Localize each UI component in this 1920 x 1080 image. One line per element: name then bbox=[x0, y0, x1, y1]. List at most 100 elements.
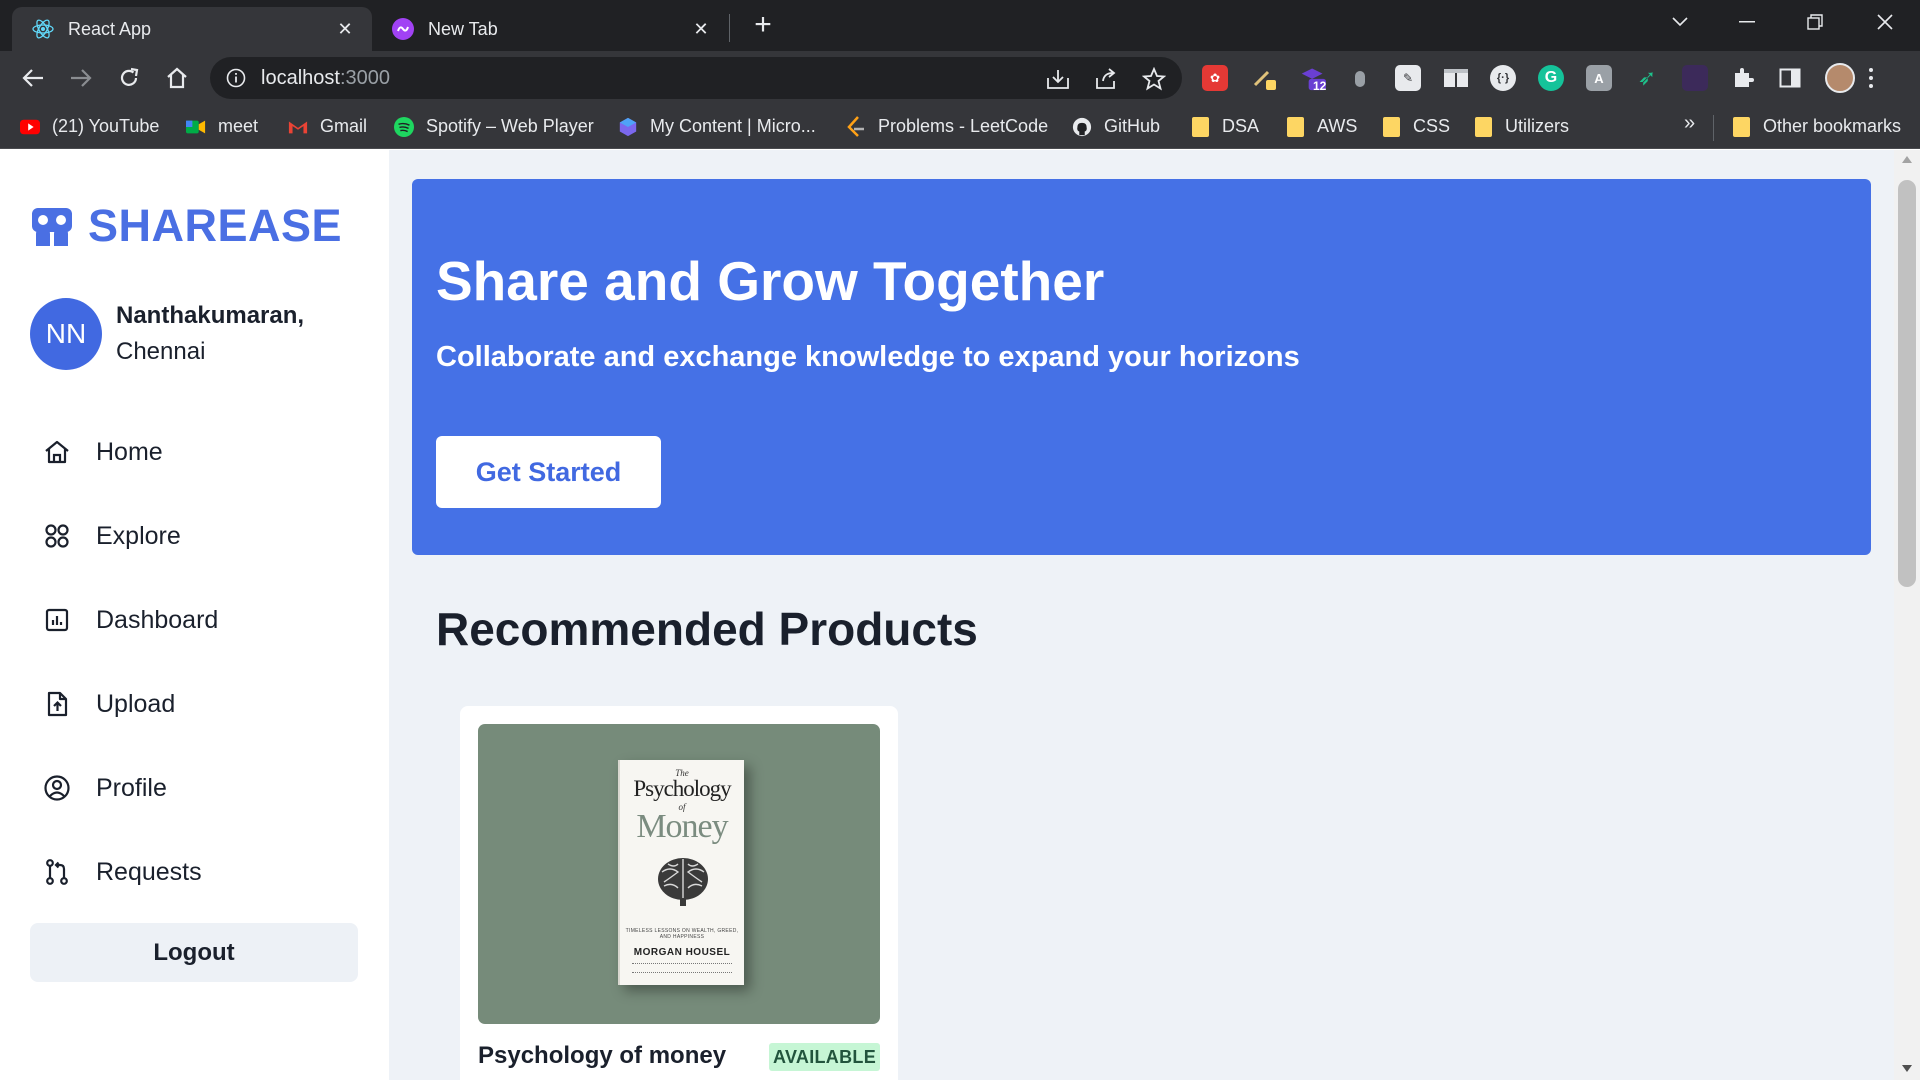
bookmark-label: GitHub bbox=[1104, 116, 1161, 136]
browser-toolbar: localhost:3000 ✿ 12 ✎ {·} G A ➶ bbox=[0, 51, 1920, 105]
scroll-down-arrow-icon[interactable] bbox=[1902, 1065, 1912, 1072]
extension-bird-icon[interactable]: ➶ bbox=[1634, 65, 1660, 91]
product-image[interactable]: The Psychology of Money TIMELESS LESSONS… bbox=[478, 724, 880, 1024]
sidebar-item-explore[interactable]: Explore bbox=[40, 494, 218, 578]
logout-button[interactable]: Logout bbox=[30, 923, 358, 982]
hero-banner: Share and Grow Together Collaborate and … bbox=[412, 179, 1871, 555]
sidebar-item-upload[interactable]: Upload bbox=[40, 662, 218, 746]
sidebar-item-dashboard[interactable]: Dashboard bbox=[40, 578, 218, 662]
bookmark-label: Problems - LeetCode bbox=[878, 116, 1049, 136]
new-tab-button[interactable]: + bbox=[748, 10, 778, 41]
extension-reader-icon[interactable] bbox=[1443, 65, 1469, 91]
sidebar-item-profile[interactable]: Profile bbox=[40, 746, 218, 830]
extension-pen-icon[interactable] bbox=[1252, 65, 1278, 91]
bookmark-meet[interactable]: meet bbox=[186, 116, 258, 137]
gmail-icon bbox=[288, 117, 308, 137]
close-tab-icon[interactable]: ✕ bbox=[690, 18, 712, 40]
sidebar-item-label: Dashboard bbox=[96, 605, 219, 634]
site-info-icon[interactable] bbox=[226, 68, 246, 88]
bookmark-youtube[interactable]: (21) YouTube bbox=[20, 116, 159, 137]
user-info: NN Nanthakumaran, Chennai bbox=[30, 298, 304, 370]
folder-icon bbox=[1285, 116, 1305, 137]
bookmark-folder-aws[interactable]: AWS bbox=[1285, 116, 1357, 137]
user-city: Chennai bbox=[116, 338, 206, 365]
more-options-icon[interactable] bbox=[1866, 65, 1876, 91]
bookmark-star-icon[interactable] bbox=[1141, 66, 1167, 92]
page-scrollbar[interactable] bbox=[1894, 150, 1920, 1080]
tab-title: React App bbox=[68, 18, 152, 39]
scroll-up-arrow-icon[interactable] bbox=[1902, 156, 1912, 163]
minimize-icon[interactable] bbox=[1722, 8, 1772, 36]
forward-arrow-icon[interactable] bbox=[63, 60, 99, 96]
bookmark-microsoft[interactable]: My Content | Micro... bbox=[618, 116, 816, 137]
extension-gray-icon[interactable]: A bbox=[1586, 65, 1612, 91]
back-arrow-icon[interactable] bbox=[15, 60, 51, 96]
product-title[interactable]: Psychology of money bbox=[478, 1042, 726, 1070]
user-name: Nanthakumaran, bbox=[116, 302, 305, 329]
brand-logo-icon bbox=[32, 208, 72, 246]
bookmark-label: My Content | Micro... bbox=[650, 116, 816, 136]
bookmarks-overflow-chevron[interactable]: » bbox=[1684, 112, 1695, 135]
brand[interactable]: SHAREASE bbox=[30, 200, 342, 252]
bookmark-folder-dsa[interactable]: DSA bbox=[1190, 116, 1259, 137]
bookmark-label: Utilizers bbox=[1505, 116, 1570, 136]
extension-notes-icon[interactable]: ✎ bbox=[1395, 65, 1421, 91]
bookmark-folder-utilizers[interactable]: Utilizers bbox=[1473, 116, 1569, 137]
sidebar-item-label: Requests bbox=[96, 857, 202, 886]
restore-icon[interactable] bbox=[1790, 8, 1840, 36]
book-cover: The Psychology of Money TIMELESS LESSONS… bbox=[618, 760, 744, 985]
product-card[interactable]: The Psychology of Money TIMELESS LESSONS… bbox=[460, 706, 898, 1080]
bookmark-folder-css[interactable]: CSS bbox=[1381, 116, 1450, 137]
extension-code-icon[interactable]: {·} bbox=[1490, 65, 1516, 91]
other-bookmarks[interactable]: Other bookmarks bbox=[1731, 116, 1901, 137]
tab-search-chevron-icon[interactable] bbox=[1655, 8, 1705, 36]
hero-subtitle: Collaborate and exchange knowledge to ex… bbox=[436, 341, 1300, 373]
bookmark-github[interactable]: GitHub bbox=[1072, 116, 1160, 137]
youtube-icon bbox=[20, 117, 40, 137]
tab-new-tab[interactable]: New Tab ✕ bbox=[372, 7, 728, 51]
side-panel-icon[interactable] bbox=[1777, 65, 1803, 91]
bookmark-spotify[interactable]: Spotify – Web Player bbox=[394, 116, 594, 137]
bookmark-leetcode[interactable]: Problems - LeetCode bbox=[846, 115, 1049, 137]
url-host: localhost bbox=[261, 67, 340, 89]
grammarly-icon[interactable]: G bbox=[1538, 65, 1564, 91]
folder-icon bbox=[1381, 116, 1401, 137]
new-tab-icon bbox=[392, 18, 414, 40]
scrollbar-thumb[interactable] bbox=[1898, 180, 1916, 587]
close-window-icon[interactable] bbox=[1860, 8, 1910, 36]
extension-purple-icon[interactable] bbox=[1682, 65, 1708, 91]
tab-divider bbox=[729, 14, 730, 42]
avatar[interactable]: NN bbox=[30, 298, 102, 370]
close-tab-icon[interactable]: ✕ bbox=[334, 18, 356, 40]
bookmarks-bar: (21) YouTube meet Gmail Spotify – Web Pl… bbox=[0, 105, 1920, 149]
address-bar[interactable]: localhost:3000 bbox=[210, 57, 1182, 99]
bookmarks-divider bbox=[1713, 115, 1714, 141]
spotify-icon bbox=[394, 116, 414, 137]
folder-icon bbox=[1731, 116, 1751, 137]
bookmark-gmail[interactable]: Gmail bbox=[288, 116, 367, 137]
get-started-button[interactable]: Get Started bbox=[436, 436, 661, 508]
profile-avatar[interactable] bbox=[1825, 63, 1855, 93]
sidebar-item-label: Upload bbox=[96, 689, 176, 718]
browser-tab-strip: React App ✕ New Tab ✕ + bbox=[0, 0, 1920, 51]
home-icon[interactable] bbox=[159, 60, 195, 96]
sidebar-item-label: Profile bbox=[96, 773, 167, 802]
extension-red-icon[interactable]: ✿ bbox=[1202, 65, 1228, 91]
sidebar-item-home[interactable]: Home bbox=[40, 410, 218, 494]
bookmark-label: meet bbox=[218, 116, 259, 136]
sidebar-item-label: Home bbox=[96, 437, 163, 466]
sidebar-item-requests[interactable]: Requests bbox=[40, 830, 218, 914]
reload-icon[interactable] bbox=[111, 60, 147, 96]
share-icon[interactable] bbox=[1093, 66, 1119, 92]
sidebar-nav: Home Explore Dashboard Upload Profile Re… bbox=[40, 410, 218, 914]
extension-mouse-icon[interactable] bbox=[1347, 65, 1373, 91]
install-app-icon[interactable] bbox=[1045, 66, 1071, 92]
extension-graduation-icon[interactable]: 12 bbox=[1300, 65, 1326, 93]
react-icon bbox=[32, 18, 54, 40]
meet-icon bbox=[186, 117, 206, 137]
bookmark-label: Gmail bbox=[320, 116, 368, 136]
tab-react-app[interactable]: React App ✕ bbox=[12, 7, 372, 51]
github-icon bbox=[1072, 117, 1092, 137]
cover-tagline: TIMELESS LESSONS ON WEALTH, GREED, AND H… bbox=[625, 928, 739, 940]
extensions-puzzle-icon[interactable] bbox=[1730, 65, 1756, 91]
